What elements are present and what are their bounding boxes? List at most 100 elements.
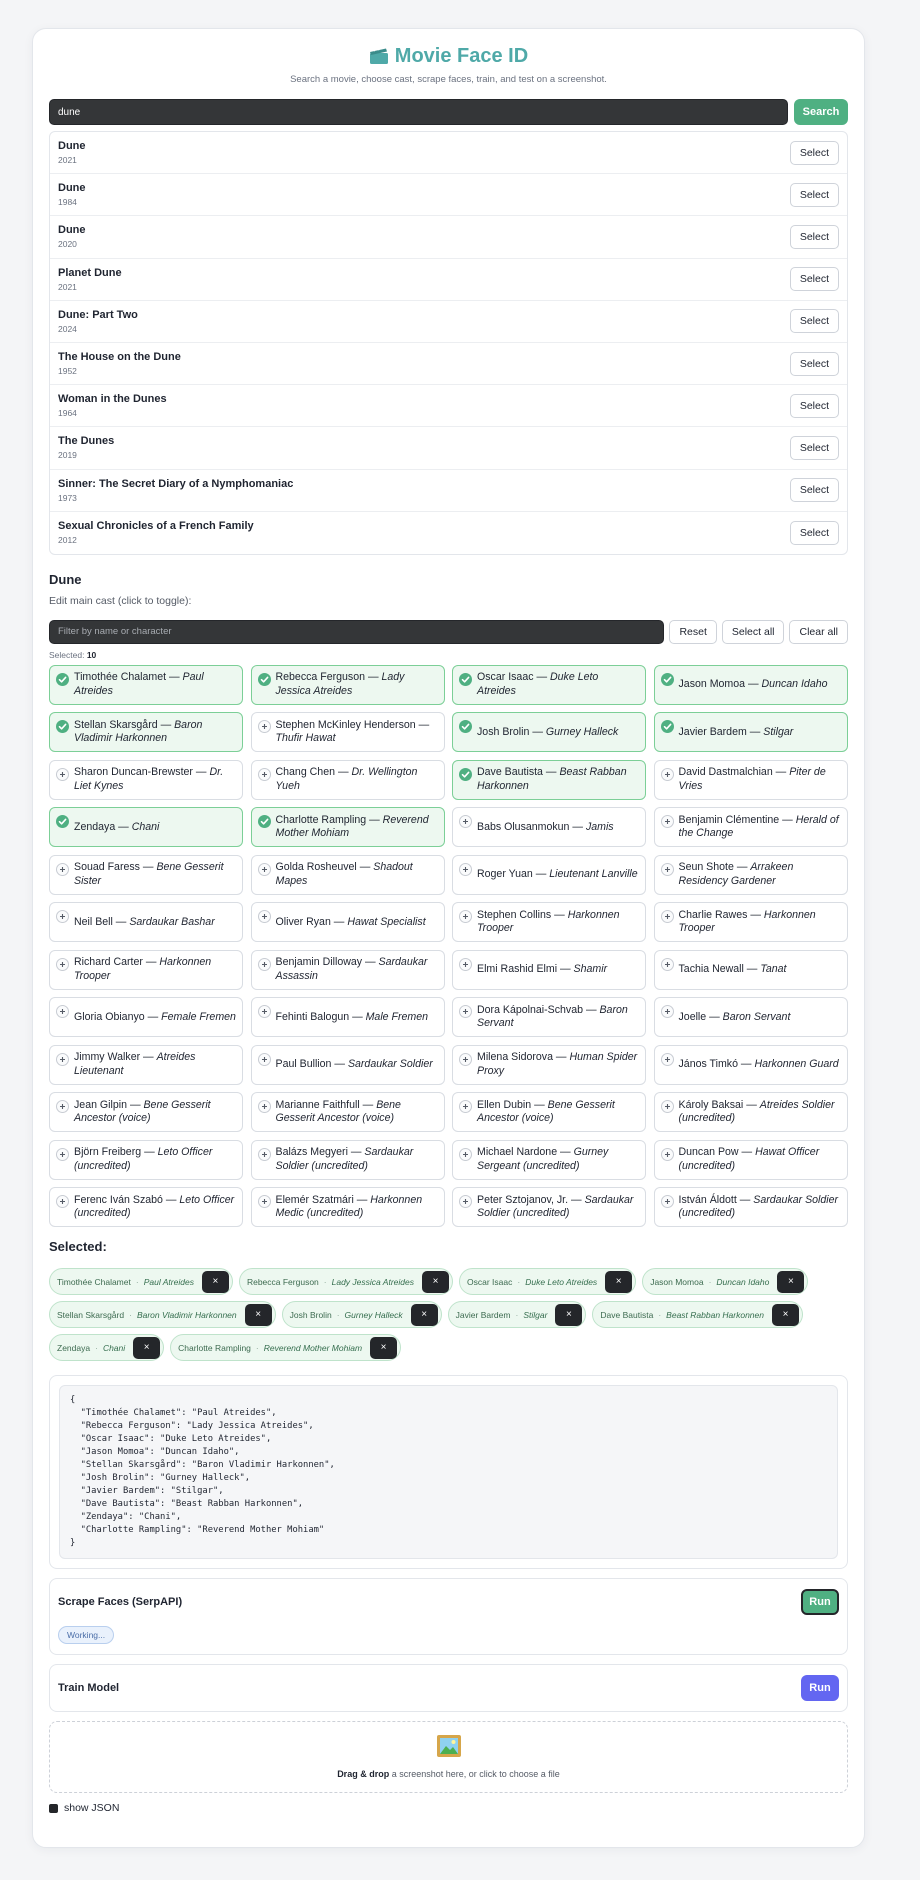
- select-movie-button[interactable]: Select: [789, 435, 839, 460]
- reset-button[interactable]: Reset: [669, 619, 717, 644]
- remove-chip-button[interactable]: ×: [777, 1270, 805, 1293]
- remove-chip-button[interactable]: ×: [772, 1303, 799, 1326]
- cast-toggle-item[interactable]: Tachia Newall — Tanat: [653, 949, 848, 990]
- cast-toggle-item[interactable]: Charlie Rawes — Harkonnen Trooper: [653, 902, 848, 943]
- cast-toggle-item[interactable]: Charlotte Rampling — Reverend Mother Moh…: [250, 807, 445, 848]
- cast-toggle-item[interactable]: David Dastmalchian — Piter de Vries: [653, 759, 848, 800]
- select-movie-button[interactable]: Select: [789, 351, 839, 376]
- cast-toggle-item[interactable]: Neil Bell — Sardaukar Bashar: [49, 902, 243, 943]
- cast-toggle-item[interactable]: Dave Bautista — Beast Rabban Harkonnen: [452, 759, 646, 800]
- cast-toggle-item[interactable]: Elemér Szatmári — Harkonnen Medic (uncre…: [250, 1187, 445, 1228]
- result-info: Sinner: The Secret Diary of a Nymphomani…: [58, 478, 293, 503]
- cast-toggle-item[interactable]: Balázs Megyeri — Sardaukar Soldier (uncr…: [250, 1139, 445, 1180]
- separator: —: [166, 671, 183, 684]
- cast-toggle-item[interactable]: Jimmy Walker — Atreides Lieutenant: [49, 1044, 243, 1085]
- cast-toggle-item[interactable]: Chang Chen — Dr. Wellington Yueh: [250, 759, 445, 800]
- cast-toggle-item[interactable]: Richard Carter — Harkonnen Trooper: [49, 949, 243, 990]
- result-year: 2019: [58, 450, 77, 461]
- select-all-button[interactable]: Select all: [721, 619, 785, 644]
- cast-toggle-item[interactable]: Stephen Collins — Harkonnen Trooper: [452, 902, 646, 943]
- search-button[interactable]: Search: [794, 99, 848, 125]
- remove-chip-button[interactable]: ×: [555, 1303, 583, 1326]
- result-year: 2021: [58, 155, 77, 166]
- cast-toggle-item[interactable]: Benjamin Clémentine — Herald of the Chan…: [653, 807, 848, 848]
- character-name: Sardaukar Soldier: [347, 1058, 433, 1071]
- scrape-run-button[interactable]: Run: [801, 1589, 839, 1616]
- remove-chip-button[interactable]: ×: [370, 1336, 398, 1359]
- cast-toggle-item[interactable]: Jean Gilpin — Bene Gesserit Ancestor (vo…: [49, 1092, 243, 1133]
- cast-toggle-item[interactable]: Stephen McKinley Henderson — Thufir Hawa…: [250, 712, 445, 753]
- plus-icon: [56, 862, 69, 876]
- cast-toggle-item[interactable]: István Áldott — Sardaukar Soldier (uncre…: [653, 1187, 848, 1228]
- cast-toggle-item[interactable]: Javier Bardem — Stilgar: [653, 712, 848, 753]
- character-name: Jamis: [585, 820, 614, 833]
- cast-toggle-item[interactable]: Jason Momoa — Duncan Idaho: [653, 664, 848, 705]
- cast-toggle-item[interactable]: Marianne Faithfull — Bene Gesserit Ances…: [250, 1092, 445, 1133]
- dropzone-text-rest: a screenshot here, or click to choose a …: [389, 1769, 560, 1780]
- cast-toggle-item[interactable]: Stellan Skarsgård — Baron Vladimir Harko…: [49, 712, 243, 753]
- cast-toggle-item[interactable]: Gloria Obianyo — Female Fremen: [49, 997, 243, 1038]
- character-name: Male Fremen: [365, 1010, 429, 1023]
- cast-toggle-item[interactable]: Josh Brolin — Gurney Halleck: [452, 712, 646, 753]
- character-name: Harkonnen Guard: [754, 1058, 839, 1071]
- select-movie-button[interactable]: Select: [789, 140, 839, 165]
- cast-toggle-item[interactable]: Károly Baksai — Atreides Soldier (uncred…: [653, 1092, 848, 1133]
- result-year: 2012: [58, 535, 77, 546]
- cast-toggle-item[interactable]: Ferenc Iván Szabó — Leto Officer (uncred…: [49, 1187, 243, 1228]
- select-movie-button[interactable]: Select: [789, 393, 839, 418]
- clear-all-button[interactable]: Clear all: [789, 619, 848, 644]
- cast-toggle-item[interactable]: Oliver Ryan — Hawat Specialist: [250, 902, 445, 943]
- cast-toggle-item[interactable]: Joelle — Baron Servant: [653, 997, 848, 1038]
- cast-toggle-item[interactable]: Dora Kápolnai-Schvab — Baron Servant: [452, 997, 646, 1038]
- cast-toggle-item[interactable]: Michael Nardone — Gurney Sergeant (uncre…: [452, 1139, 646, 1180]
- cast-toggle-item[interactable]: Zendaya — Chani: [49, 807, 243, 848]
- cast-toggle-item[interactable]: Golda Rosheuvel — Shadout Mapes: [250, 854, 445, 895]
- result-title: Woman in the Dunes: [58, 393, 167, 406]
- cast-toggle-item[interactable]: Elmi Rashid Elmi — Shamir: [452, 949, 646, 990]
- screenshot-dropzone[interactable]: Drag & drop a screenshot here, or click …: [49, 1721, 848, 1794]
- train-run-button[interactable]: Run: [801, 1675, 839, 1702]
- cast-toggle-item[interactable]: Fehinti Balogun — Male Fremen: [250, 997, 445, 1038]
- cast-filter-input[interactable]: [49, 619, 665, 644]
- cast-toggle-item[interactable]: Milena Sidorova — Human Spider Proxy: [452, 1044, 646, 1085]
- plus-icon: [56, 1147, 69, 1161]
- cast-toggle-item[interactable]: Roger Yuan — Lieutenant Lanville: [452, 854, 646, 895]
- remove-chip-button[interactable]: ×: [244, 1303, 272, 1326]
- cast-toggle-item[interactable]: Souad Faress — Bene Gesserit Sister: [49, 854, 243, 895]
- cast-toggle-item[interactable]: Rebecca Ferguson — Lady Jessica Atreides: [250, 664, 445, 705]
- select-movie-button[interactable]: Select: [789, 309, 839, 334]
- select-movie-button[interactable]: Select: [789, 520, 839, 545]
- cast-label: Stellan Skarsgård — Baron Vladimir Harko…: [56, 719, 236, 746]
- select-movie-button[interactable]: Select: [789, 182, 839, 207]
- cast-toggle-item[interactable]: Björn Freiberg — Leto Officer (uncredite…: [49, 1139, 243, 1180]
- search-result-row: The House on the Dune 1952 Select: [50, 343, 847, 386]
- cast-toggle-item[interactable]: Seun Shote — Arrakeen Residency Gardener: [653, 854, 848, 895]
- cast-label: Jimmy Walker — Atreides Lieutenant: [56, 1051, 236, 1078]
- select-movie-button[interactable]: Select: [789, 478, 839, 503]
- cast-label: Jason Momoa — Duncan Idaho: [661, 678, 828, 692]
- cast-toggle-item[interactable]: Ellen Dubin — Bene Gesserit Ancestor (vo…: [452, 1092, 646, 1133]
- remove-chip-button[interactable]: ×: [410, 1303, 438, 1326]
- selected-count: Selected: 10: [49, 650, 848, 660]
- plus-icon: [257, 1100, 271, 1114]
- cast-toggle-item[interactable]: Timothée Chalamet — Paul Atreides: [49, 664, 243, 705]
- search-input[interactable]: [49, 99, 788, 125]
- remove-chip-button[interactable]: ×: [422, 1270, 449, 1293]
- remove-chip-button[interactable]: ×: [201, 1270, 229, 1293]
- cast-toggle-item[interactable]: Paul Bullion — Sardaukar Soldier: [250, 1044, 445, 1085]
- cast-toggle-item[interactable]: Babs Olusanmokun — Jamis: [452, 807, 646, 848]
- cast-toggle-item[interactable]: Oscar Isaac — Duke Leto Atreides: [452, 664, 646, 705]
- cast-toggle-item[interactable]: Duncan Pow — Hawat Officer (uncredited): [653, 1139, 848, 1180]
- cast-toggle-item[interactable]: Peter Sztojanov, Jr. — Sardaukar Soldier…: [452, 1187, 646, 1228]
- remove-chip-button[interactable]: ×: [605, 1270, 633, 1293]
- chip-actor: Dave Bautista: [600, 1309, 654, 1320]
- cast-toggle-item[interactable]: Sharon Duncan-Brewster — Dr. Liet Kynes: [49, 759, 243, 800]
- show-json-checkbox[interactable]: [49, 1803, 58, 1813]
- show-json-toggle[interactable]: show JSON: [49, 1802, 848, 1814]
- select-movie-button[interactable]: Select: [789, 267, 839, 292]
- cast-toggle-item[interactable]: Benjamin Dilloway — Sardaukar Assassin: [250, 949, 445, 990]
- cast-toggle-item[interactable]: János Timkó — Harkonnen Guard: [653, 1044, 848, 1085]
- separator: —: [365, 671, 382, 684]
- remove-chip-button[interactable]: ×: [133, 1336, 161, 1359]
- select-movie-button[interactable]: Select: [789, 224, 839, 249]
